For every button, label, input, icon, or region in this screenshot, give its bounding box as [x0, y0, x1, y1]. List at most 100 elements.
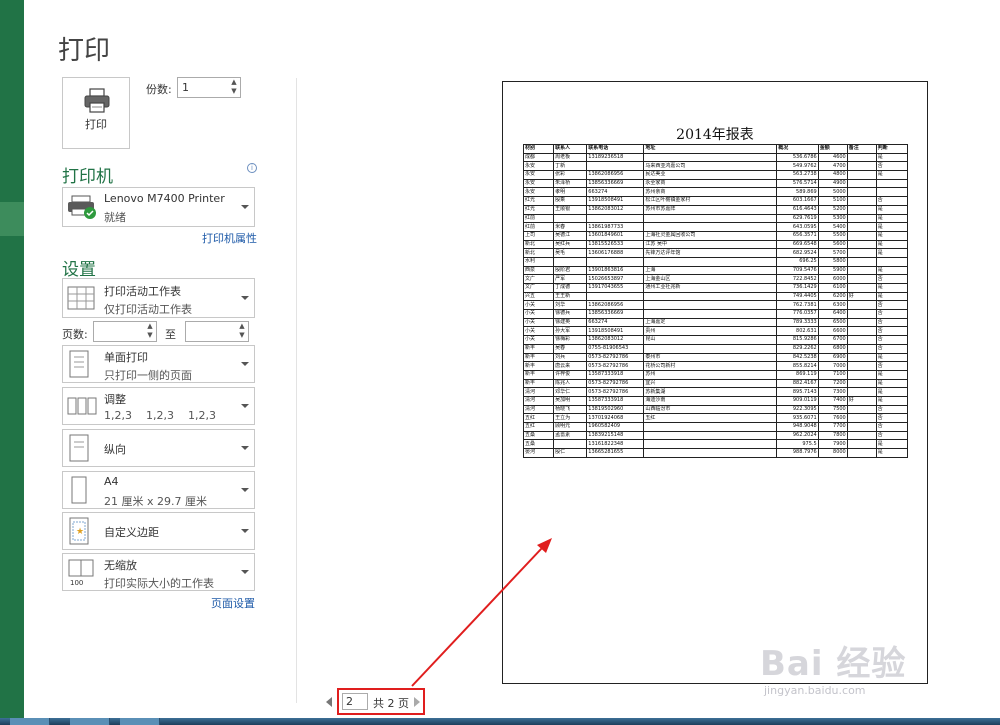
report-cell: 吴加明 [553, 395, 588, 406]
sides-sub: 只打印一侧的页面 [104, 369, 192, 382]
report-cell: 882.4167 [776, 378, 819, 389]
print-scope-dropdown[interactable]: 打印活动工作表 仅打印活动工作表 [62, 278, 255, 318]
report-cell [846, 196, 877, 206]
paper-main: A4 [104, 475, 119, 488]
margins-dropdown[interactable]: ★ 自定义边距 [62, 512, 255, 550]
sides-dropdown[interactable]: 单面打印 只打印一侧的页面 [62, 345, 255, 383]
watermark-brand: Bai 经验 [760, 644, 907, 684]
report-cell [846, 309, 877, 319]
taskbar-button[interactable] [10, 718, 50, 725]
orientation-dropdown[interactable]: 纵向 [62, 429, 255, 467]
report-cell [846, 274, 877, 284]
report-cell: 殷乘 [553, 196, 588, 206]
report-cell: 是 [875, 248, 909, 258]
report-cell: 否 [875, 404, 909, 415]
report-row: 新丰 吴春 0755-81906543 829.2262 6800 否 [522, 343, 909, 354]
report-cell: 刘兵 [553, 352, 588, 363]
report-row: 清河 吴加明 13587333918 海迪沙南 909.0119 7400 好是 [522, 395, 909, 406]
taskbar-button[interactable] [120, 718, 160, 725]
report-cell: 是 [875, 222, 909, 232]
report-cell: 5300 [817, 213, 848, 224]
report-cell: 855.8214 [776, 361, 819, 371]
report-cell [553, 213, 588, 224]
report-cell: 13901863816 [586, 265, 645, 276]
report-row: 五红 王立为 13701924068 五红 935.6071 7600 否 [522, 413, 909, 423]
copies-value: 1 [182, 81, 189, 94]
printer-properties-link[interactable]: 打印机属性 [202, 230, 257, 246]
report-cell: 6900 [817, 352, 848, 363]
report-cell: 616.4643 [776, 204, 819, 215]
printer-dropdown[interactable]: Lenovo M7400 Printer 就绪 [62, 187, 255, 227]
backstage-nav-selected[interactable] [0, 202, 24, 236]
report-cell: 13918508491 [586, 326, 645, 337]
report-cell [643, 430, 778, 441]
report-cell: 962.2024 [776, 430, 819, 441]
report-cell: 0573-82792786 [586, 361, 645, 371]
report-cell [846, 256, 877, 267]
report-cell: 红前 [522, 213, 555, 224]
report-cell: 7300 [817, 387, 848, 397]
report-cell: 869.119 [776, 369, 819, 380]
report-cell: 5600 [817, 239, 848, 250]
pages-from-input[interactable]: ▲ ▼ [93, 321, 157, 342]
report-row: 红前 629.7619 5300 是 [522, 213, 909, 224]
report-cell [846, 248, 877, 258]
report-cell: 0573-82792786 [586, 387, 645, 397]
next-page-icon[interactable] [414, 697, 420, 707]
report-cell: 13839215148 [586, 430, 645, 441]
copies-input[interactable]: 1 ▲ ▼ [177, 77, 241, 98]
report-cell: 6100 [817, 283, 848, 293]
report-cell: 是 [875, 265, 909, 276]
report-cell: 722.8452 [776, 274, 819, 284]
chevron-down-icon [241, 529, 249, 533]
report-cell: 6500 [817, 317, 848, 328]
report-column-header: 金额 [817, 144, 848, 154]
copies-spinner[interactable]: ▲ ▼ [229, 78, 239, 97]
report-cell: 永安 [522, 170, 555, 180]
report-cell: 否 [875, 361, 909, 371]
report-cell: 王顺银 [553, 204, 588, 215]
report-cell [846, 222, 877, 232]
chevron-down-icon [241, 296, 249, 300]
paper-size-dropdown[interactable]: A4 21 厘米 x 29.7 厘米 [62, 471, 255, 509]
report-cell: 杨晓飞 [553, 404, 588, 415]
report-cell: 晏河 [522, 448, 555, 458]
taskbar-button[interactable] [70, 718, 110, 725]
report-cell: 776.0357 [776, 309, 819, 319]
report-cell: 昆山 [643, 335, 778, 345]
report-cell [846, 413, 877, 423]
collate-dropdown[interactable]: 调整 1,2,3 1,2,3 1,2,3 [62, 387, 255, 425]
report-cell: 1960582409 [586, 422, 645, 432]
pages-to-input[interactable]: ▲ ▼ [185, 321, 249, 342]
scaling-sub: 打印实际大小的工作表 [104, 577, 214, 590]
report-cell: 上海 [643, 265, 778, 276]
report-cell: 吴红兵 [553, 239, 588, 250]
report-cell: 603.1667 [776, 196, 819, 206]
report-body: 成都 周老板 13189236518 536.6786 4600 是永安 丁新 马来西亚鸿嘉公… [522, 152, 909, 458]
report-cell: 749.4405 [776, 291, 819, 302]
page-setup-link[interactable]: 页面设置 [211, 595, 255, 611]
info-icon[interactable]: i [247, 163, 257, 173]
pages-from-spinner[interactable]: ▲ ▼ [145, 322, 155, 341]
report-cell: 水利 [522, 256, 555, 267]
report-cell [846, 317, 877, 328]
report-cell: 5700 [817, 248, 848, 258]
report-cell [846, 430, 877, 441]
report-cell: 小关 [522, 300, 555, 311]
print-button[interactable]: 打印 [62, 77, 130, 149]
report-row: 清河 邓华仁 0573-82792786 苏新集湖 895.7143 7300 是 [522, 387, 909, 397]
prev-page-icon[interactable] [326, 697, 332, 707]
report-cell: 孝明 [553, 187, 588, 198]
pages-to-spinner[interactable]: ▲ ▼ [237, 322, 247, 341]
scaling-dropdown[interactable]: 100 无缩放 打印实际大小的工作表 [62, 553, 255, 591]
report-cell [875, 256, 909, 267]
report-cell: 536.6786 [776, 152, 819, 163]
current-page-input[interactable]: 2 [342, 693, 368, 710]
report-row: 新北 吴毛 13606176888 先锋万达评年馆 682.9524 5700 是 [522, 248, 909, 258]
report-cell: 0755-81906543 [586, 343, 645, 354]
report-cell: 13856336669 [586, 309, 645, 319]
report-cell: 松江区叶榭镇金家村 [643, 196, 778, 206]
report-cell: 苏州亲商 [643, 187, 778, 198]
report-column-header: 材别 [522, 144, 555, 154]
watermark-url: jingyan.baidu.com [764, 684, 866, 697]
